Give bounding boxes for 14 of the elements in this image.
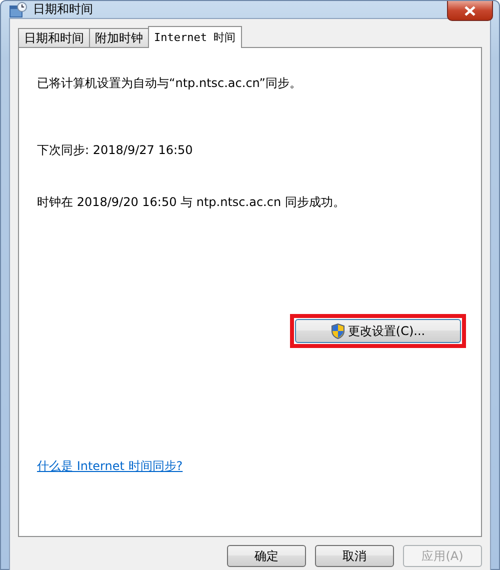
dialog-button[interactable]: 取消 (315, 545, 394, 567)
status-text: 已将计算机设置为自动与“ntp.ntsc.ac.cn”同步。 (37, 75, 302, 91)
tab[interactable]: Internet 时间 (148, 26, 242, 48)
help-link[interactable]: 什么是 Internet 时间同步? (37, 458, 183, 475)
close-button[interactable] (447, 1, 493, 21)
close-icon (464, 6, 476, 16)
window-title: 日期和时间 (33, 1, 93, 18)
status-text: 时钟在 2018/9/20 16:50 与 ntp.ntsc.ac.cn 同步成功。 (37, 194, 345, 210)
tab[interactable]: 附加时钟 (89, 28, 149, 47)
change-settings-button[interactable]: 更改设置(C)... (295, 319, 461, 343)
status-text: 下次同步: 2018/9/27 16:50 (37, 142, 193, 158)
shield-icon (330, 323, 345, 339)
dialog-button[interactable]: 确定 (227, 545, 306, 567)
tab[interactable]: 日期和时间 (18, 28, 90, 47)
